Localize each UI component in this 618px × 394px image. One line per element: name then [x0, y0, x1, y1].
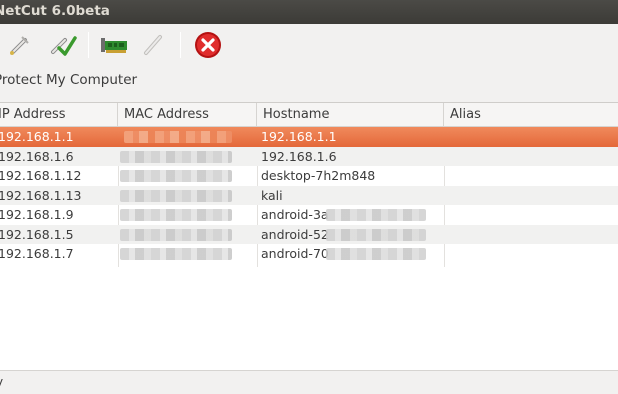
column-header-mac[interactable]: MAC Address [118, 103, 257, 126]
table-row[interactable]: 192.168.1.6 192.168.1.6 [0, 146, 618, 166]
cell-hostname-redacted [326, 248, 426, 260]
cell-hostname: android-52 [261, 226, 329, 242]
table-row[interactable]: 192.168.1.13 kali [0, 185, 618, 205]
cell-mac-redacted [124, 131, 232, 143]
table-row[interactable]: 192.168.1.7 android-70 [0, 244, 618, 264]
cell-ip: 192.168.1.13 [0, 187, 82, 203]
table-row[interactable]: 192.168.1.9 android-3a [0, 205, 618, 225]
cell-hostname: android-70 [261, 246, 329, 261]
table-row[interactable]: 192.168.1.12 desktop-7h2m848 [0, 166, 618, 186]
column-header-alias[interactable]: Alias [444, 103, 618, 126]
cell-mac-redacted [120, 189, 232, 202]
table-row[interactable]: 192.168.1.1 192.168.1.1 [0, 127, 618, 147]
column-header-ip[interactable]: IP Address [0, 103, 118, 126]
edit-button[interactable] [138, 28, 170, 62]
close-icon [195, 32, 221, 58]
toolbar-separator [88, 32, 89, 58]
cell-hostname: kali [261, 187, 283, 203]
cell-hostname-redacted [326, 228, 426, 241]
cell-hostname: 192.168.1.1 [261, 129, 337, 144]
window-title: NetCut 6.0beta [0, 3, 110, 19]
close-button[interactable] [192, 28, 224, 62]
cell-mac-redacted [120, 150, 232, 163]
cell-mac-redacted [120, 248, 232, 260]
cell-hostname: android-3a [261, 207, 329, 222]
edit-icon [144, 35, 162, 55]
table-header: IP Address MAC Address Hostname Alias [0, 103, 618, 127]
cell-mac-redacted [120, 170, 232, 182]
restore-button[interactable] [46, 28, 78, 62]
column-header-hostname[interactable]: Hostname [257, 103, 444, 126]
cut-button[interactable] [4, 28, 36, 62]
cell-ip: 192.168.1.1 [0, 129, 74, 144]
cell-ip: 192.168.1.12 [0, 168, 82, 183]
restore-icon [51, 36, 77, 56]
cell-ip: 192.168.1.6 [0, 148, 74, 164]
toolbar [0, 24, 618, 66]
cell-hostname-redacted [326, 209, 426, 221]
cell-ip: 192.168.1.5 [0, 226, 74, 242]
cell-mac-redacted [120, 209, 232, 221]
status-text: y [0, 375, 3, 389]
status-bar: y [0, 370, 618, 394]
toolbar-separator [180, 32, 181, 58]
network-card-button[interactable] [98, 28, 130, 62]
cell-hostname: 192.168.1.6 [261, 148, 337, 164]
protect-my-computer-label[interactable]: Protect My Computer [0, 72, 137, 88]
cell-hostname: desktop-7h2m848 [261, 168, 376, 183]
table-row[interactable]: 192.168.1.5 android-52 [0, 224, 618, 244]
cell-ip: 192.168.1.7 [0, 246, 74, 261]
cut-icon [10, 36, 29, 55]
network-card-icon [101, 38, 127, 53]
cell-mac-redacted [120, 228, 232, 241]
title-bar: NetCut 6.0beta [0, 0, 618, 24]
host-table: IP Address MAC Address Hostname Alias 19… [0, 102, 618, 370]
cell-ip: 192.168.1.9 [0, 207, 74, 222]
